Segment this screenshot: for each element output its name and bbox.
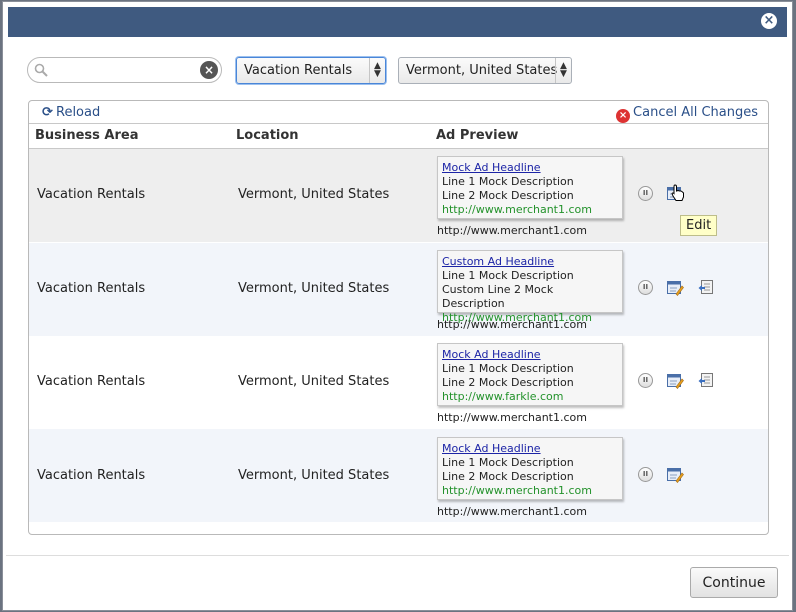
display-url: http://www.merchant1.com xyxy=(437,318,587,331)
location-cell: Vermont, United States xyxy=(238,187,390,202)
ad-preview: Mock Ad Headline Line 1 Mock Description… xyxy=(437,343,623,406)
display-url: http://www.merchant1.com xyxy=(437,505,587,518)
ad-url: http://www.merchant1.com xyxy=(442,484,592,497)
edit-tooltip: Edit xyxy=(680,215,718,236)
ad-line1: Line 1 Mock Description xyxy=(442,362,574,375)
edit-icon[interactable] xyxy=(667,467,684,483)
display-url: http://www.merchant1.com xyxy=(437,411,587,424)
ads-panel: ⟳ Reload × Cancel All Changes Business Are… xyxy=(28,100,769,535)
table-header: Business Area Location Ad Preview xyxy=(29,123,768,149)
pause-icon[interactable]: II xyxy=(638,373,653,388)
pause-icon[interactable]: II xyxy=(638,186,653,201)
copy-icon[interactable] xyxy=(698,280,715,296)
clear-search-icon[interactable]: × xyxy=(200,61,218,79)
edit-icon[interactable] xyxy=(667,280,684,296)
edit-icon[interactable] xyxy=(667,373,684,389)
copy-icon[interactable] xyxy=(698,373,715,389)
ad-line2: Line 2 Mock Description xyxy=(442,189,574,202)
search-input[interactable] xyxy=(52,61,196,81)
select-arrows-icon: ▲ ▼ xyxy=(555,58,571,83)
ad-line1: Line 1 Mock Description xyxy=(442,175,574,188)
cancel-icon: × xyxy=(616,109,631,123)
ad-preview: Mock Ad Headline Line 1 Mock Description… xyxy=(437,437,623,500)
ad-headline-link[interactable]: Mock Ad Headline xyxy=(442,348,618,362)
location-cell: Vermont, United States xyxy=(238,468,390,483)
ad-line2: Line 2 Mock Description xyxy=(442,470,574,483)
header-ad-preview: Ad Preview xyxy=(436,128,519,143)
ad-line2: Custom Line 2 Mock Description xyxy=(442,283,554,310)
table-row: Vacation Rentals Vermont, United States … xyxy=(29,336,768,429)
search-box: × xyxy=(27,57,222,83)
cancel-all-changes-button[interactable]: × Cancel All Changes xyxy=(616,105,758,123)
business-area-select-value: Vacation Rentals xyxy=(244,63,353,78)
cancel-all-label: Cancel All Changes xyxy=(633,105,758,120)
business-area-cell: Vacation Rentals xyxy=(37,281,146,296)
table-row: Vacation Rentals Vermont, United States … xyxy=(29,429,768,522)
ad-headline-link[interactable]: Custom Ad Headline xyxy=(442,255,618,269)
ad-headline-link[interactable]: Mock Ad Headline xyxy=(442,161,618,175)
location-cell: Vermont, United States xyxy=(238,374,390,389)
search-icon xyxy=(34,63,48,77)
location-select[interactable]: Vermont, United States ▲ ▼ xyxy=(398,57,572,84)
ad-line1: Line 1 Mock Description xyxy=(442,456,574,469)
table-row: Vacation Rentals Vermont, United States … xyxy=(29,243,768,336)
continue-button[interactable]: Continue xyxy=(690,567,778,598)
ad-url: http://www.farkle.com xyxy=(442,390,564,403)
business-area-select[interactable]: Vacation Rentals ▲ ▼ xyxy=(236,57,386,84)
header-location: Location xyxy=(236,128,299,143)
dialog-titlebar: × xyxy=(8,7,787,37)
pause-icon[interactable]: II xyxy=(638,280,653,295)
ad-url: http://www.merchant1.com xyxy=(442,203,592,216)
footer-divider xyxy=(6,555,789,556)
select-arrows-icon: ▲ ▼ xyxy=(369,58,385,83)
reload-icon: ⟳ xyxy=(42,105,53,120)
reload-button[interactable]: ⟳ Reload xyxy=(42,105,100,120)
table-row: Vacation Rentals Vermont, United States … xyxy=(29,149,768,242)
business-area-cell: Vacation Rentals xyxy=(37,468,146,483)
close-icon[interactable]: × xyxy=(761,13,777,29)
business-area-cell: Vacation Rentals xyxy=(37,187,146,202)
ad-preview: Mock Ad Headline Line 1 Mock Description… xyxy=(437,156,623,219)
hand-cursor-icon xyxy=(671,184,684,201)
location-select-value: Vermont, United States xyxy=(406,63,558,78)
header-business-area: Business Area xyxy=(35,128,139,143)
display-url: http://www.merchant1.com xyxy=(437,224,587,237)
ad-headline-link[interactable]: Mock Ad Headline xyxy=(442,442,618,456)
ad-line1: Line 1 Mock Description xyxy=(442,269,574,282)
dialog: × × Vacation Rentals ▲ ▼ Vermont, United … xyxy=(2,1,793,611)
location-cell: Vermont, United States xyxy=(238,281,390,296)
business-area-cell: Vacation Rentals xyxy=(37,374,146,389)
ad-preview: Custom Ad Headline Line 1 Mock Descripti… xyxy=(437,250,623,324)
reload-label: Reload xyxy=(56,105,101,120)
pause-icon[interactable]: II xyxy=(638,467,653,482)
ad-line2: Line 2 Mock Description xyxy=(442,376,574,389)
